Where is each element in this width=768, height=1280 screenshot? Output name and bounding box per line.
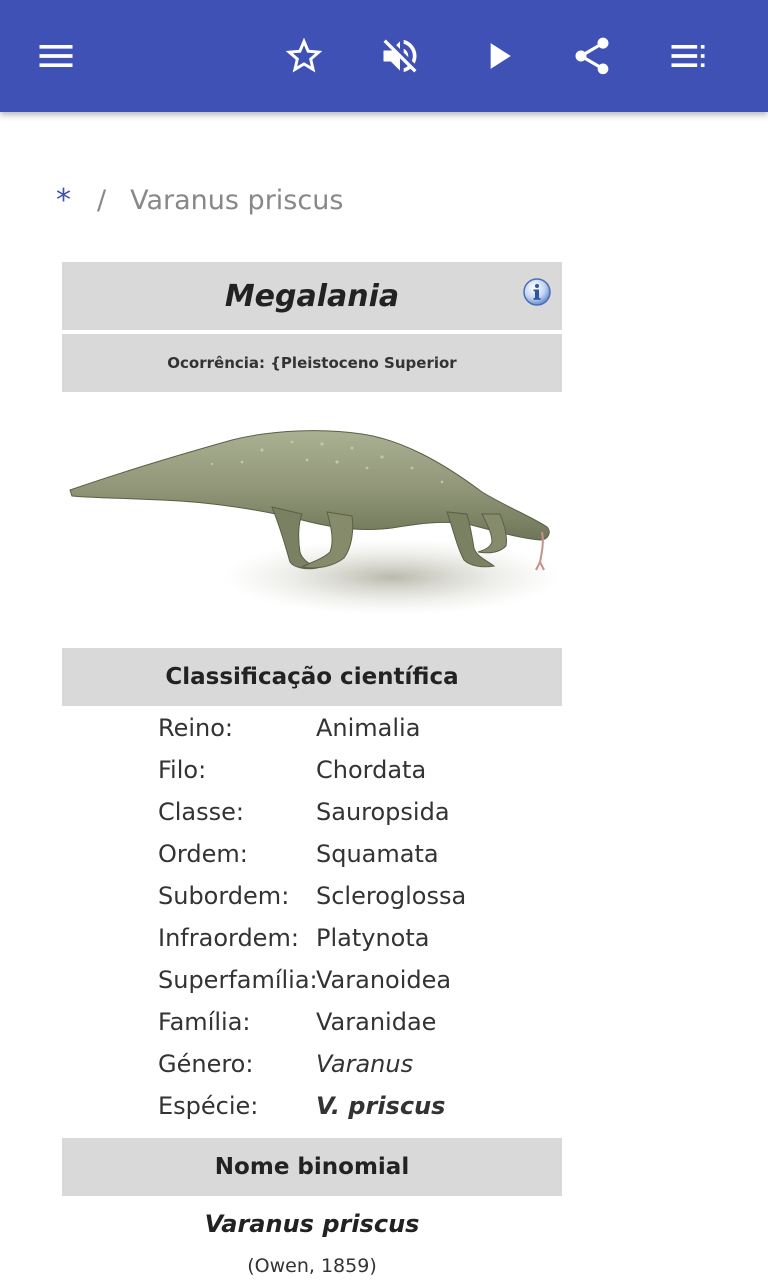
- taxonomy-row: Ordem: Squamata: [158, 836, 558, 878]
- taxonomy-rank: Espécie:: [158, 1092, 259, 1120]
- taxonomy-value: V. priscus: [316, 1092, 446, 1120]
- taxonomy-rank: Classe:: [158, 798, 244, 826]
- taxonomy-row: Subordem: Scleroglossa: [158, 878, 558, 920]
- taxonomy-row: Filo: Chordata: [158, 752, 558, 794]
- taxonomy-table: Reino: Animalia Filo: Chordata Classe: S…: [158, 710, 558, 1130]
- app-toolbar: [0, 0, 768, 112]
- taxonomy-rank: Subordem:: [158, 882, 290, 910]
- taxonomy-row: Género: Varanus: [158, 1046, 558, 1088]
- volume-off-icon: [383, 39, 417, 73]
- taxonomy-row: Família: Varanidae: [158, 1004, 558, 1046]
- taxonomy-value-link[interactable]: Varanoidea: [316, 966, 451, 994]
- taxonomy-rank: Infraordem:: [158, 924, 299, 952]
- contents-button[interactable]: [656, 24, 720, 88]
- taxonomy-rank: Família:: [158, 1008, 251, 1036]
- taxonomy-rank: Ordem:: [158, 840, 248, 868]
- taxonomy-value-link[interactable]: Varanidae: [316, 1008, 436, 1036]
- taxonomy-row: Classe: Sauropsida: [158, 794, 558, 836]
- play-icon: [490, 43, 511, 69]
- taxobox-title-bar: Megalania: [62, 262, 562, 330]
- star-outline-icon: [285, 37, 323, 73]
- taxonomy-rank: Género:: [158, 1050, 254, 1078]
- share-icon: [575, 37, 609, 75]
- occurrence-text: Ocorrência: {Pleistoceno Superior: [167, 354, 457, 372]
- menu-button[interactable]: [24, 24, 88, 88]
- breadcrumb-separator: /: [97, 184, 107, 216]
- breadcrumb: * / Varanus priscus: [56, 178, 343, 222]
- share-button[interactable]: [560, 24, 624, 88]
- menu-icon: [39, 45, 73, 67]
- taxobox-title: Megalania: [224, 278, 400, 314]
- breadcrumb-home-link[interactable]: *: [56, 183, 71, 218]
- taxonomy-rank: Superfamília:: [158, 966, 318, 994]
- play-button[interactable]: [466, 24, 530, 88]
- taxonomy-rank: Reino:: [158, 714, 234, 742]
- playlist-icon: [671, 45, 705, 67]
- taxonomy-value-link[interactable]: Chordata: [316, 756, 426, 784]
- classification-header: Classificação científica: [62, 648, 562, 706]
- taxonomy-value-link[interactable]: Scleroglossa: [316, 882, 466, 910]
- taxonomy-value-link[interactable]: Squamata: [316, 840, 439, 868]
- binomial-authority: (Owen, 1859): [247, 1255, 377, 1277]
- taxonomy-row: Superfamília: Varanoidea: [158, 962, 558, 1004]
- taxonomy-value-link[interactable]: Animalia: [316, 714, 420, 742]
- binomial-name: Varanus priscus: [204, 1210, 420, 1238]
- taxonomy-value-link[interactable]: Sauropsida: [316, 798, 450, 826]
- taxonomy-row: Reino: Animalia: [158, 710, 558, 752]
- taxonomy-value-link[interactable]: Platynota: [316, 924, 429, 952]
- megalania-illustration[interactable]: [62, 402, 562, 642]
- breadcrumb-current: Varanus priscus: [130, 184, 344, 216]
- occurrence-bar: Ocorrência: {Pleistoceno Superior: [62, 334, 562, 392]
- info-icon[interactable]: [523, 278, 551, 306]
- favorite-button[interactable]: [272, 24, 336, 88]
- taxonomy-value-link[interactable]: Varanus: [316, 1050, 413, 1078]
- taxonomy-rank: Filo:: [158, 756, 207, 784]
- binomial-header: Nome binomial: [62, 1138, 562, 1196]
- mute-button[interactable]: [368, 24, 432, 88]
- taxonomy-row: Infraordem: Platynota: [158, 920, 558, 962]
- classification-header-label: Classificação científica: [165, 664, 459, 690]
- taxonomy-row: Espécie: V. priscus: [158, 1088, 558, 1130]
- binomial-header-label: Nome binomial: [214, 1154, 410, 1180]
